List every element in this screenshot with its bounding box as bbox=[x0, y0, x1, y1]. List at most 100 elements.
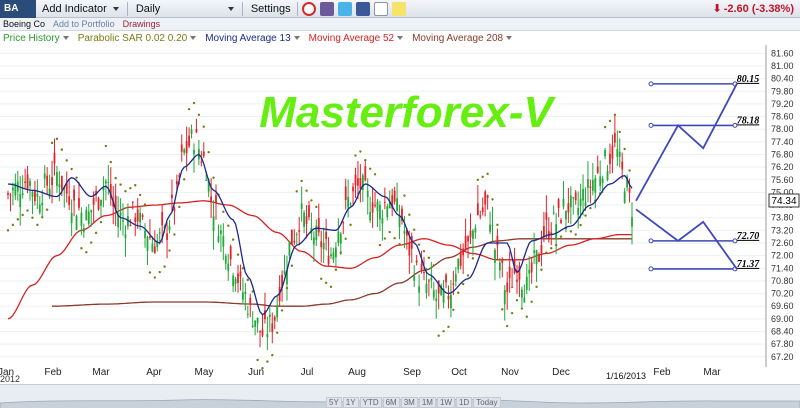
sar-dot bbox=[334, 268, 338, 271]
candle-body bbox=[300, 203, 303, 210]
navigator-panel[interactable]: 5Y 1Y YTD 6M 3M 1M 1W 1D Today bbox=[0, 384, 800, 408]
sar-dot bbox=[45, 208, 49, 211]
interval-dropdown[interactable]: Daily bbox=[130, 0, 240, 18]
candle-body bbox=[227, 263, 230, 271]
document-icon[interactable] bbox=[319, 1, 334, 16]
sar-dot bbox=[339, 251, 342, 254]
range-1y[interactable]: 1Y bbox=[342, 397, 359, 408]
add-portfolio-link[interactable]: Add to Portfolio bbox=[53, 19, 115, 29]
candle-body bbox=[92, 197, 95, 205]
range-1w[interactable]: 1W bbox=[436, 397, 455, 408]
range-3m[interactable]: 3M bbox=[400, 397, 418, 408]
candle-body bbox=[122, 220, 124, 222]
range-6m[interactable]: 6M bbox=[382, 397, 400, 408]
sar-dot bbox=[256, 358, 259, 362]
sar-dot bbox=[515, 299, 519, 302]
y-tick-label: 69.00 bbox=[771, 314, 794, 324]
facebook-icon[interactable] bbox=[355, 1, 370, 16]
legend-ma52[interactable]: Moving Average 52 bbox=[309, 33, 404, 44]
last-price: 74.34 bbox=[771, 196, 796, 207]
sar-dot bbox=[393, 236, 396, 240]
chevron-down-icon bbox=[227, 6, 234, 11]
sar-dot bbox=[36, 223, 39, 227]
legend-ma13[interactable]: Moving Average 13 bbox=[205, 33, 300, 44]
candle-body bbox=[450, 294, 452, 309]
candle-body bbox=[430, 277, 433, 281]
sar-dot bbox=[378, 243, 382, 247]
sar-dot bbox=[364, 158, 367, 162]
candle-body bbox=[295, 233, 298, 235]
sar-dot bbox=[80, 247, 83, 250]
sar-dot bbox=[182, 178, 186, 181]
candle-body bbox=[369, 211, 372, 221]
candle-body bbox=[506, 282, 509, 293]
candle-body bbox=[149, 236, 151, 238]
candle-body bbox=[403, 231, 406, 234]
range-ytd[interactable]: YTD bbox=[359, 397, 382, 408]
candle-body bbox=[80, 212, 83, 226]
candle-body bbox=[232, 275, 235, 287]
legend-price-history[interactable]: Price History bbox=[3, 33, 69, 44]
candle-body bbox=[24, 181, 27, 183]
legend-parabolic-sar[interactable]: Parabolic SAR 0.02 0.20 bbox=[78, 33, 197, 44]
sar-dot bbox=[550, 247, 553, 250]
candle-body bbox=[567, 203, 570, 213]
candle-body bbox=[124, 234, 127, 239]
sar-dot bbox=[422, 250, 426, 253]
level-dot bbox=[648, 238, 654, 244]
candle-body bbox=[543, 226, 545, 238]
candle-body bbox=[618, 151, 621, 157]
alarm-clock-icon[interactable] bbox=[301, 1, 316, 16]
sar-dot bbox=[613, 113, 617, 117]
candle-body bbox=[288, 241, 291, 256]
range-1d[interactable]: 1D bbox=[455, 397, 473, 408]
candle-body bbox=[330, 254, 332, 257]
candle-body bbox=[408, 242, 411, 256]
range-today[interactable]: Today bbox=[473, 397, 501, 408]
candle-body bbox=[219, 230, 222, 235]
candle-body bbox=[577, 208, 580, 216]
symbol-box[interactable]: BA bbox=[0, 0, 36, 18]
twitter-icon[interactable] bbox=[337, 1, 352, 16]
sar-dot bbox=[589, 207, 592, 210]
candle-body bbox=[594, 178, 597, 193]
sar-dot bbox=[320, 277, 323, 281]
drawings-link[interactable]: Drawings bbox=[123, 19, 161, 29]
candle-body bbox=[435, 298, 438, 301]
email-icon[interactable] bbox=[373, 1, 388, 16]
sar-dot bbox=[305, 189, 308, 192]
chevron-down-icon bbox=[506, 36, 513, 40]
candle-body bbox=[266, 333, 269, 338]
price-chart[interactable]: 80.15 78.18 72.70 71.37 Masterforex-V 81.60… bbox=[0, 45, 800, 384]
candle-body bbox=[557, 199, 560, 209]
sar-dot bbox=[231, 238, 235, 241]
candle-body bbox=[604, 149, 606, 157]
sar-dot bbox=[99, 220, 103, 224]
level-label: 71.37 bbox=[737, 259, 761, 270]
add-indicator-label: Add Indicator bbox=[42, 2, 107, 15]
note-icon[interactable] bbox=[391, 1, 406, 16]
candle-body bbox=[599, 176, 602, 186]
candle-body bbox=[540, 245, 543, 254]
candle-body bbox=[376, 201, 379, 212]
range-5y[interactable]: 5Y bbox=[326, 397, 342, 408]
candle-body bbox=[589, 186, 592, 188]
candle-body bbox=[9, 194, 12, 196]
x-tick-label: Feb bbox=[44, 367, 62, 378]
sar-dot bbox=[491, 198, 494, 201]
candle-body bbox=[481, 207, 484, 213]
range-1m[interactable]: 1M bbox=[418, 397, 436, 408]
legend-label: Moving Average 208 bbox=[412, 32, 504, 44]
sar-dot bbox=[192, 101, 196, 105]
add-indicator-button[interactable]: Add Indicator bbox=[36, 0, 125, 18]
sar-dot bbox=[158, 270, 161, 274]
candle-body bbox=[357, 178, 359, 186]
settings-button[interactable]: Settings bbox=[245, 0, 295, 18]
legend-ma208[interactable]: Moving Average 208 bbox=[412, 32, 513, 44]
sar-dot bbox=[427, 256, 431, 259]
sar-dot bbox=[417, 243, 421, 246]
candle-body bbox=[374, 204, 376, 206]
sar-dot bbox=[31, 216, 34, 219]
sar-dot bbox=[496, 223, 499, 227]
candle-body bbox=[418, 286, 421, 293]
